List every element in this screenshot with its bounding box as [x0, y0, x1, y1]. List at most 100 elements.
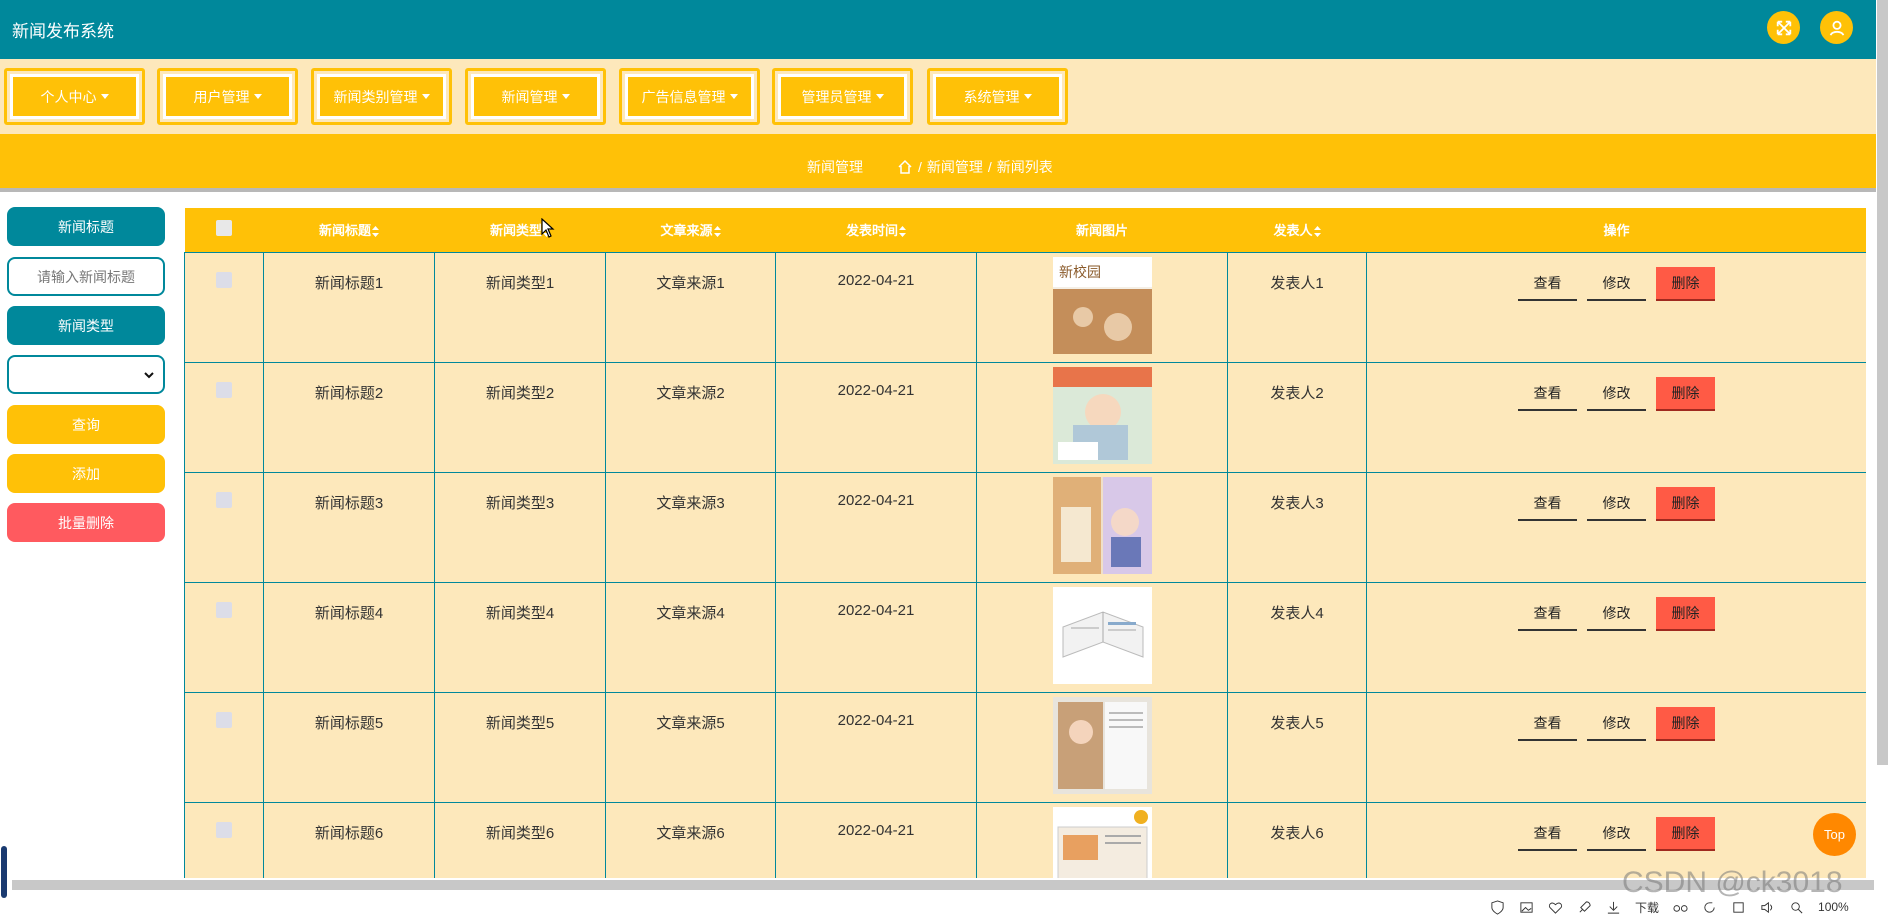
view-button[interactable]: 查看 — [1518, 266, 1577, 301]
row-checkbox[interactable] — [216, 381, 232, 398]
news-table-container: 新闻标题 新闻类型 文章来源 发表时间 新闻图片 发表人 操作 新闻标题1 新闻类… — [184, 208, 1866, 878]
select-all-checkbox[interactable] — [216, 220, 232, 237]
user-avatar-button[interactable] — [1820, 11, 1853, 44]
watermark: CSDN @ck3018 — [1622, 866, 1843, 899]
col-header-title[interactable]: 新闻标题 — [263, 208, 435, 253]
nav-item-user-management[interactable]: 用户管理 — [157, 68, 298, 125]
table-row: 新闻标题4 新闻类型4 文章来源4 2022-04-21 发表人4 查看 修改 删除 — [184, 582, 1866, 693]
fullscreen-button[interactable] — [1767, 11, 1800, 44]
glasses-icon[interactable] — [1673, 900, 1688, 915]
refresh-icon[interactable] — [1702, 900, 1717, 915]
cell-author: 发表人4 — [1227, 582, 1367, 693]
edit-button[interactable]: 修改 — [1587, 376, 1646, 411]
edit-button[interactable]: 修改 — [1587, 706, 1646, 741]
nav-item-news-management[interactable]: 新闻管理 — [465, 68, 606, 125]
delete-button[interactable]: 删除 — [1656, 816, 1715, 851]
cell-date: 2022-04-21 — [775, 692, 977, 803]
nav-item-admin-management[interactable]: 管理员管理 — [772, 68, 913, 125]
download-icon[interactable] — [1606, 900, 1621, 915]
horizontal-scrollbar[interactable] — [12, 880, 1874, 890]
news-table: 新闻标题 新闻类型 文章来源 发表时间 新闻图片 发表人 操作 新闻标题1 新闻类… — [184, 208, 1866, 878]
window-icon[interactable] — [1731, 900, 1746, 915]
image-icon[interactable] — [1519, 900, 1534, 915]
delete-button[interactable]: 删除 — [1656, 486, 1715, 521]
edit-button[interactable]: 修改 — [1587, 816, 1646, 851]
nav-item-news-category[interactable]: 新闻类别管理 — [311, 68, 452, 125]
nav-item-system-management[interactable]: 系统管理 — [927, 68, 1068, 125]
shield-icon[interactable] — [1490, 899, 1505, 915]
sort-icon[interactable] — [1313, 226, 1321, 238]
top-header: 新闻发布系统 — [0, 0, 1876, 59]
row-checkbox[interactable] — [216, 491, 232, 508]
query-button[interactable]: 查询 — [7, 405, 165, 444]
row-checkbox[interactable] — [216, 711, 232, 728]
caret-down-icon — [561, 94, 570, 99]
news-thumbnail[interactable] — [1052, 586, 1152, 684]
batch-delete-button[interactable]: 批量删除 — [7, 503, 165, 542]
view-button[interactable]: 查看 — [1518, 596, 1577, 631]
zoom-level[interactable]: 100% — [1818, 900, 1849, 914]
view-button[interactable]: 查看 — [1518, 706, 1577, 741]
sort-icon[interactable] — [713, 226, 721, 238]
download-label[interactable]: 下载 — [1635, 899, 1659, 916]
vertical-scrollbar[interactable] — [1877, 0, 1888, 765]
app-title: 新闻发布系统 — [12, 22, 114, 41]
cell-type: 新闻类型6 — [434, 802, 606, 878]
delete-button[interactable]: 删除 — [1656, 266, 1715, 301]
news-type-select[interactable] — [7, 355, 165, 394]
delete-button[interactable]: 删除 — [1656, 596, 1715, 631]
row-select-cell — [184, 252, 264, 363]
speaker-icon[interactable] — [1760, 900, 1775, 915]
cell-image: 新校园 — [976, 252, 1228, 363]
view-button[interactable]: 查看 — [1518, 816, 1577, 851]
nav-item-ad-management[interactable]: 广告信息管理 — [619, 68, 760, 125]
row-checkbox[interactable] — [216, 601, 232, 618]
news-thumbnail[interactable] — [1052, 806, 1152, 878]
cell-author: 发表人2 — [1227, 362, 1367, 473]
search-title-input[interactable] — [7, 257, 165, 296]
cell-actions: 查看 修改 删除 — [1366, 692, 1866, 803]
row-checkbox[interactable] — [216, 271, 232, 288]
view-button[interactable]: 查看 — [1518, 376, 1577, 411]
row-select-cell — [184, 582, 264, 693]
col-header-image: 新闻图片 — [976, 208, 1228, 253]
edit-button[interactable]: 修改 — [1587, 266, 1646, 301]
breadcrumb-link[interactable]: 新闻管理 — [927, 157, 983, 177]
cell-author: 发表人5 — [1227, 692, 1367, 803]
col-header-source[interactable]: 文章来源 — [605, 208, 776, 253]
cell-source: 文章来源2 — [605, 362, 776, 473]
news-thumbnail[interactable]: 新校园 — [1052, 256, 1152, 354]
nav-item-personal-center[interactable]: 个人中心 — [4, 68, 145, 125]
news-thumbnail[interactable] — [1052, 696, 1152, 794]
view-button[interactable]: 查看 — [1518, 486, 1577, 521]
row-checkbox[interactable] — [216, 821, 232, 838]
col-header-date[interactable]: 发表时间 — [775, 208, 977, 253]
home-icon[interactable] — [897, 159, 913, 175]
row-select-cell — [184, 692, 264, 803]
add-button[interactable]: 添加 — [7, 454, 165, 493]
sort-icon[interactable] — [899, 226, 906, 238]
sort-icon[interactable] — [372, 226, 379, 238]
cell-image — [976, 362, 1228, 473]
cell-actions: 查看 修改 删除 — [1366, 362, 1866, 473]
cell-author: 发表人6 — [1227, 802, 1367, 878]
cell-date: 2022-04-21 — [775, 252, 977, 363]
caret-down-icon — [729, 94, 738, 99]
delete-button[interactable]: 删除 — [1656, 706, 1715, 741]
heart-icon[interactable] — [1548, 900, 1563, 915]
edit-button[interactable]: 修改 — [1587, 486, 1646, 521]
delete-button[interactable]: 删除 — [1656, 376, 1715, 411]
news-thumbnail[interactable] — [1052, 366, 1152, 464]
zoom-icon[interactable] — [1789, 900, 1804, 915]
back-to-top-button[interactable]: Top — [1813, 813, 1856, 856]
breadcrumb-bar: 新闻管理 / 新闻管理 / 新闻列表 — [0, 134, 1876, 192]
col-header-author[interactable]: 发表人 — [1227, 208, 1367, 253]
cell-title: 新闻标题2 — [263, 362, 435, 473]
rocket-icon[interactable] — [1577, 900, 1592, 915]
col-header-type[interactable]: 新闻类型 — [434, 208, 606, 253]
cell-source: 文章来源5 — [605, 692, 776, 803]
cell-actions: 查看 修改 删除 — [1366, 472, 1866, 583]
news-thumbnail[interactable] — [1052, 476, 1152, 574]
magazine-cover-image — [1052, 696, 1152, 794]
edit-button[interactable]: 修改 — [1587, 596, 1646, 631]
